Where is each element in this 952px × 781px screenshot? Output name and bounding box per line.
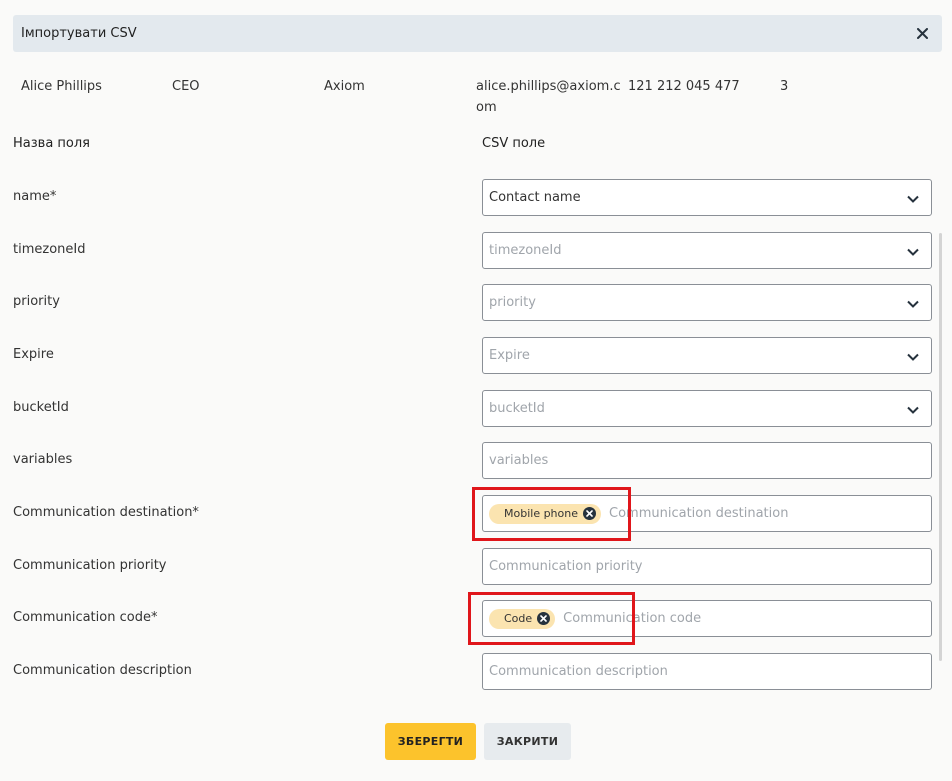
preview-name: Alice Phillips — [21, 79, 102, 94]
chevron-down-icon — [906, 296, 922, 310]
label-priority: priority — [13, 294, 60, 309]
select-expire[interactable]: Expire — [482, 337, 932, 374]
input-communication-priority[interactable]: Communication priority — [482, 548, 932, 585]
preview-email-line2: om — [476, 100, 497, 115]
dialog-title: Імпортувати CSV — [21, 26, 137, 41]
preview-company: Axiom — [324, 79, 365, 94]
label-bucketid: bucketId — [13, 400, 69, 415]
label-communication-destination: Communication destination* — [13, 505, 199, 520]
dialog-header: Імпортувати CSV — [13, 15, 942, 52]
preview-email: alice.phillips@axiom.c om — [476, 76, 621, 118]
input-placeholder: Communication description — [489, 664, 668, 679]
label-communication-code: Communication code* — [13, 610, 158, 625]
select-placeholder: timezoneId — [489, 243, 562, 258]
label-timezoneid: timezoneId — [13, 242, 86, 257]
label-variables: variables — [13, 452, 73, 467]
column-header-field-name: Назва поля — [13, 136, 90, 151]
label-expire: Expire — [13, 347, 54, 362]
select-placeholder: priority — [489, 295, 536, 310]
preview-role: CEO — [172, 79, 200, 94]
highlight-box — [468, 592, 635, 645]
column-header-csv-field: CSV поле — [482, 136, 546, 151]
preview-phone: 121 212 045 477 — [628, 79, 740, 94]
preview-count: 3 — [780, 79, 789, 94]
input-variables[interactable]: variables — [482, 442, 932, 479]
select-bucketid[interactable]: bucketId — [482, 390, 932, 427]
save-button[interactable]: ЗБЕРЕГТИ — [385, 723, 476, 760]
label-communication-priority: Communication priority — [13, 558, 167, 573]
select-priority[interactable]: priority — [482, 284, 932, 321]
label-communication-description: Communication description — [13, 663, 192, 678]
close-icon[interactable] — [912, 23, 932, 43]
select-name[interactable]: Contact name — [482, 179, 932, 216]
scrollbar[interactable] — [939, 233, 942, 661]
chevron-down-icon — [906, 191, 922, 205]
chevron-down-icon — [906, 349, 922, 363]
input-placeholder: variables — [489, 453, 549, 468]
select-value: Contact name — [489, 190, 581, 205]
label-name: name* — [13, 189, 57, 204]
select-placeholder: Expire — [489, 348, 530, 363]
select-timezoneid[interactable]: timezoneId — [482, 232, 932, 269]
input-placeholder: Communication priority — [489, 559, 643, 574]
input-placeholder: Communication destination — [609, 506, 789, 521]
input-communication-description[interactable]: Communication description — [482, 653, 932, 690]
close-button[interactable]: ЗАКРИТИ — [484, 723, 571, 760]
preview-email-line1: alice.phillips@axiom.c — [476, 79, 621, 94]
select-placeholder: bucketId — [489, 401, 545, 416]
chevron-down-icon — [906, 244, 922, 258]
highlight-box — [472, 487, 631, 541]
chevron-down-icon — [906, 402, 922, 416]
